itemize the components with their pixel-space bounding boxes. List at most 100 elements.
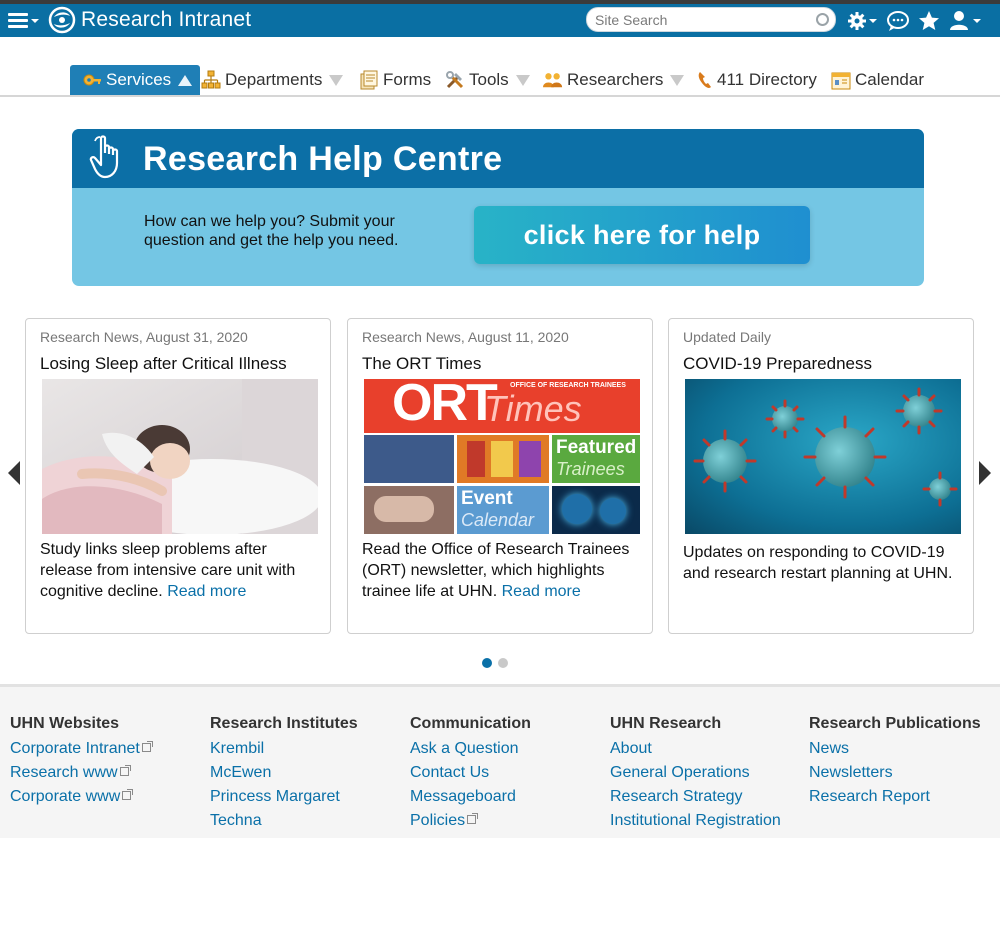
trainees-text: Trainees [556, 459, 625, 479]
org-chart-icon [201, 70, 221, 89]
gear-icon[interactable] [847, 9, 879, 33]
footer-link[interactable]: General Operations [610, 761, 781, 785]
carousel-dot-active[interactable] [482, 658, 492, 668]
forms-icon [360, 70, 378, 90]
chat-icon[interactable] [886, 9, 910, 33]
nav-411-directory[interactable]: 411 Directory [697, 65, 817, 95]
news-card-sleep[interactable]: Research News, August 31, 2020 Losing Sl… [25, 318, 331, 634]
footer-heading: Communication [410, 715, 531, 732]
footer-heading: UHN Research [610, 715, 722, 732]
ort-tile [364, 486, 454, 534]
carousel-next-icon[interactable] [979, 461, 991, 485]
footer-link[interactable]: Institutional Registration [610, 809, 781, 833]
card-body: Updates on responding to COVID-19 and re… [683, 542, 965, 584]
card-body: Study links sleep problems after release… [40, 539, 322, 602]
footer-link[interactable]: Techna [210, 809, 358, 833]
external-link-icon [467, 813, 479, 824]
footer-link[interactable]: Princess Margaret [210, 785, 358, 809]
calendar-text: Calendar [461, 510, 535, 530]
ort-tile [364, 435, 454, 483]
pointing-hand-icon [89, 135, 119, 179]
footer-link[interactable]: Messageboard [410, 785, 531, 809]
card-body-text: Updates on responding to COVID-19 and re… [683, 544, 953, 582]
star-icon[interactable] [918, 9, 940, 33]
uhn-logo-icon[interactable] [48, 6, 76, 34]
card-meta: Research News, August 11, 2020 [362, 329, 569, 345]
card-title[interactable]: The ORT Times [362, 354, 481, 374]
help-banner-header: Research Help Centre [72, 129, 924, 188]
search-icon[interactable] [816, 13, 829, 26]
menu-icon[interactable] [8, 10, 40, 32]
nav-forms[interactable]: Forms [359, 65, 431, 95]
footer-link[interactable]: McEwen [210, 761, 358, 785]
footer-link[interactable]: Corporate Intranet [10, 737, 153, 761]
nav-label: Departments [225, 70, 323, 89]
footer-link[interactable]: Newsletters [809, 761, 981, 785]
footer-col-communication: Communication Ask a Question Contact Us … [410, 715, 531, 833]
footer-col-uhn-websites: UHN Websites Corporate Intranet Research… [10, 715, 153, 809]
footer-link[interactable]: Research Report [809, 785, 981, 809]
site-search [586, 7, 836, 32]
nav-calendar[interactable]: Calendar [831, 65, 924, 95]
nav-researchers[interactable]: Researchers [543, 65, 685, 95]
nav-services[interactable]: Services [70, 65, 201, 95]
card-title[interactable]: Losing Sleep after Critical Illness [40, 354, 287, 374]
nav-label: 411 Directory [717, 70, 817, 89]
nav-label: Calendar [855, 70, 924, 89]
news-card-ort-times[interactable]: Research News, August 11, 2020 The ORT T… [347, 318, 653, 634]
read-more-link[interactable]: Read more [167, 583, 246, 600]
chevron-down-icon [329, 74, 344, 86]
main-nav: Services Departments Forms Tools Researc… [0, 37, 1000, 97]
footer-link[interactable]: Corporate www [10, 785, 151, 809]
footer-link[interactable]: About [610, 737, 781, 761]
footer-link[interactable]: Research www [10, 761, 151, 785]
nav-tools[interactable]: Tools [445, 65, 530, 95]
search-input[interactable] [595, 11, 810, 29]
help-centre-banner: Research Help Centre How can we help you… [72, 129, 924, 286]
people-icon [543, 73, 563, 88]
user-icon[interactable] [948, 9, 984, 33]
footer-link[interactable]: Contact Us [410, 761, 531, 785]
nav-departments[interactable]: Departments [201, 65, 344, 95]
site-title[interactable]: Research Intranet [81, 8, 251, 32]
footer-col-uhn-research: UHN Research About General Operations Re… [610, 715, 781, 833]
key-icon [83, 74, 101, 86]
card-meta: Updated Daily [683, 329, 771, 345]
times-text: Times [484, 388, 582, 429]
ort-banner: ORT Times OFFICE OF RESEARCH TRAINEES [364, 379, 640, 433]
carousel-prev-icon[interactable] [8, 461, 20, 485]
footer-link[interactable]: Policies [410, 809, 531, 833]
footer-col-research-institutes: Research Institutes Krembil McEwen Princ… [210, 715, 358, 833]
nav-label: Researchers [567, 70, 664, 89]
help-button[interactable]: click here for help [474, 206, 810, 264]
coronavirus-image [685, 379, 961, 534]
external-link-icon [122, 789, 134, 800]
event-text: Event [461, 488, 513, 509]
chevron-down-icon [670, 74, 685, 86]
footer-heading: Research Publications [809, 715, 981, 732]
footer-link[interactable]: Ask a Question [410, 737, 531, 761]
nav-label: Tools [469, 70, 509, 89]
footer-link[interactable]: Research Strategy [610, 785, 781, 809]
footer-heading: UHN Websites [10, 715, 120, 732]
read-more-link[interactable]: Read more [502, 583, 581, 600]
ort-small-text: OFFICE OF RESEARCH TRAINEES [510, 382, 626, 389]
chevron-down-icon [515, 74, 530, 86]
carousel-dot[interactable] [498, 658, 508, 668]
external-link-icon [119, 765, 131, 776]
ort-tile [457, 435, 549, 483]
ort-tile [552, 486, 640, 534]
nav-label: Forms [383, 70, 432, 89]
news-card-covid[interactable]: Updated Daily COVID-19 Preparedness Upda… [668, 318, 974, 634]
featured-text: Featured [556, 437, 637, 458]
footer-col-research-publications: Research Publications News Newsletters R… [809, 715, 981, 809]
card-title[interactable]: COVID-19 Preparedness [683, 354, 872, 374]
ort-text: ORT [392, 379, 498, 432]
ort-event-tile: Event Calendar [457, 486, 549, 534]
external-link-icon [141, 741, 153, 752]
footer: UHN Websites Corporate Intranet Research… [0, 684, 1000, 838]
footer-link[interactable]: News [809, 737, 981, 761]
card-body: Read the Office of Research Trainees (OR… [362, 539, 644, 602]
footer-link[interactable]: Krembil [210, 737, 358, 761]
ort-featured-tile: Featured Trainees [552, 435, 640, 483]
